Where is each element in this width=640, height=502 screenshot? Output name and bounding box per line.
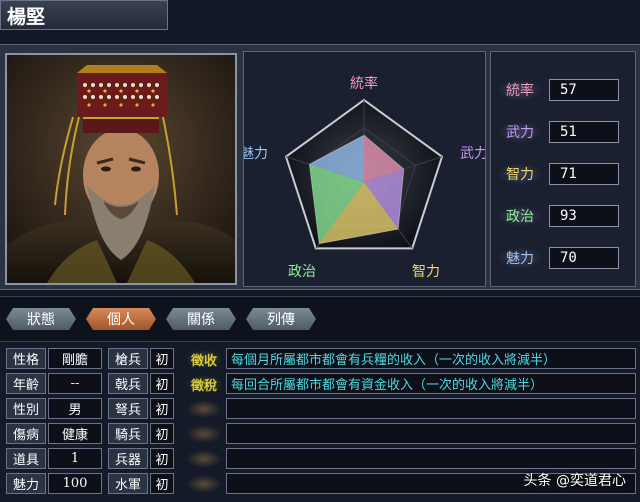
stat-value: 71 [549,163,619,185]
attribute-label: 年齡 [6,373,46,394]
stat-row-leadership: 統率 57 [497,78,633,102]
skill-slot-empty [186,475,222,493]
stat-label: 智力 [497,163,543,185]
attribute-row: 魅力 100 水軍 初 [6,473,176,495]
attribute-label: 道具 [6,448,46,469]
stat-label: 政治 [497,205,543,227]
attribute-value: 健康 [48,423,102,444]
troop-label: 弩兵 [108,398,148,419]
troop-rank: 初 [150,373,174,394]
character-name-header: 楊堅 [0,0,168,30]
troop-rank: 初 [150,423,174,444]
skill-row-empty [186,398,638,420]
skill-slot-empty [186,400,222,418]
stat-label: 統率 [497,79,543,101]
skill-slot-empty [186,425,222,443]
stat-row-politics: 政治 93 [497,204,633,228]
radar-axis-label: 武力 [460,146,485,162]
skill-description: 每個月所屬都市都會有兵糧的收入（一次的收入將減半） [226,348,636,369]
tab-status[interactable]: 狀態 [6,308,76,330]
stat-value: 93 [549,205,619,227]
watermark: 头条 @奕道君心 [523,473,626,489]
troop-rank: 初 [150,348,174,369]
radar-axis-label: 統率 [350,75,378,92]
skill-row: 徵收 每個月所屬都市都會有兵糧的收入（一次的收入將減半） [186,348,638,370]
skill-description [226,448,636,469]
tab-bar: 狀態 個人 關係 列傳 [0,296,640,342]
stat-row-charm: 魅力 70 [497,246,633,270]
attribute-value: -- [48,373,102,394]
stat-row-intelligence: 智力 71 [497,162,633,186]
attribute-label: 魅力 [6,473,46,494]
attribute-value: 剛膽 [48,348,102,369]
troop-rank: 初 [150,473,174,494]
radar-axis-label: 政治 [288,264,316,280]
skill-description: 每回合所屬都市都會有資金收入（一次的收入將減半） [226,373,636,394]
skill-row-empty [186,448,638,470]
troop-label: 戟兵 [108,373,148,394]
stat-value: 57 [549,79,619,101]
attribute-label: 性格 [6,348,46,369]
attribute-row: 道具 1 兵器 初 [6,448,176,470]
stat-value: 51 [549,121,619,143]
stat-label: 魅力 [497,247,543,269]
attribute-row: 性格 剛膽 槍兵 初 [6,348,176,370]
troop-rank: 初 [150,398,174,419]
attribute-row: 性別 男 弩兵 初 [6,398,176,420]
skill-description [226,398,636,419]
skill-row: 徵稅 每回合所屬都市都會有資金收入（一次的收入將減半） [186,373,638,395]
attribute-value: 男 [48,398,102,419]
attribute-row: 年齡 -- 戟兵 初 [6,373,176,395]
troop-label: 兵器 [108,448,148,469]
profile-panel: 統率 武力 智力 政治 魅力 統率 57 武力 51 智力 71 政治 93 魅力 70 [0,44,640,290]
radar-axis-label: 魅力 [244,146,268,162]
skill-row-empty [186,423,638,445]
skill-name[interactable]: 徵稅 [186,375,222,394]
character-name: 楊堅 [7,5,46,28]
ability-stats-panel: 統率 57 武力 51 智力 71 政治 93 魅力 70 [490,51,636,287]
attribute-value: 100 [48,473,102,494]
skill-description [226,423,636,444]
attribute-row: 傷病 健康 騎兵 初 [6,423,176,445]
attribute-label: 性別 [6,398,46,419]
tab-relations[interactable]: 關係 [166,308,236,330]
tab-biography[interactable]: 列傳 [246,308,316,330]
stat-row-war: 武力 51 [497,120,633,144]
stat-label: 武力 [497,121,543,143]
troop-label: 槍兵 [108,348,148,369]
troop-label: 騎兵 [108,423,148,444]
character-portrait [5,53,237,285]
tab-personal[interactable]: 個人 [86,308,156,330]
radar-axis-label: 智力 [412,264,440,280]
stat-value: 70 [549,247,619,269]
skill-slot-empty [186,450,222,468]
attribute-value: 1 [48,448,102,469]
troop-rank: 初 [150,448,174,469]
attribute-label: 傷病 [6,423,46,444]
ability-radar-chart: 統率武力智力 政治 魅力 [243,51,486,287]
skill-name[interactable]: 徵收 [186,350,222,369]
troop-label: 水軍 [108,473,148,494]
